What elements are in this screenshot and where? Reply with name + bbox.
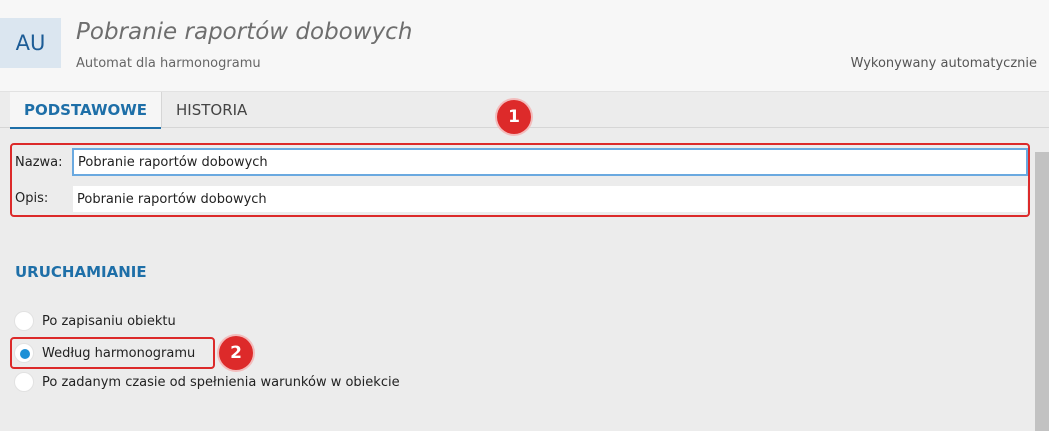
radio-button[interactable] bbox=[14, 311, 34, 331]
name-input[interactable] bbox=[72, 148, 1028, 176]
object-type-badge: AU bbox=[0, 18, 61, 68]
tab-historia[interactable]: HISTORIA bbox=[176, 92, 247, 128]
description-label: Opis: bbox=[15, 191, 49, 206]
page-subtitle: Automat dla harmonogramu bbox=[76, 56, 261, 71]
name-label: Nazwa: bbox=[15, 155, 63, 170]
radio-label: Po zapisaniu obiektu bbox=[42, 313, 176, 329]
highlight-box-2 bbox=[10, 337, 215, 369]
radio-label: Po zadanym czasie od spełnienia warunków… bbox=[42, 374, 400, 390]
radio-option-after-time[interactable]: Po zadanym czasie od spełnienia warunków… bbox=[14, 370, 400, 394]
annotation-marker-1: 1 bbox=[497, 100, 531, 134]
page-title: Pobranie raportów dobowych bbox=[76, 19, 413, 45]
tab-podstawowe[interactable]: PODSTAWOWE bbox=[10, 92, 162, 129]
description-input[interactable] bbox=[72, 185, 1028, 213]
trigger-section-heading: URUCHAMIANIE bbox=[15, 263, 147, 281]
vertical-scrollbar[interactable] bbox=[1035, 152, 1049, 431]
radio-option-on-save[interactable]: Po zapisaniu obiektu bbox=[14, 309, 176, 333]
annotation-marker-2: 2 bbox=[219, 336, 253, 370]
execution-mode-label: Wykonywany automatycznie bbox=[850, 56, 1037, 71]
header: AU Pobranie raportów dobowych Automat dl… bbox=[0, 0, 1049, 92]
radio-button[interactable] bbox=[14, 372, 34, 392]
